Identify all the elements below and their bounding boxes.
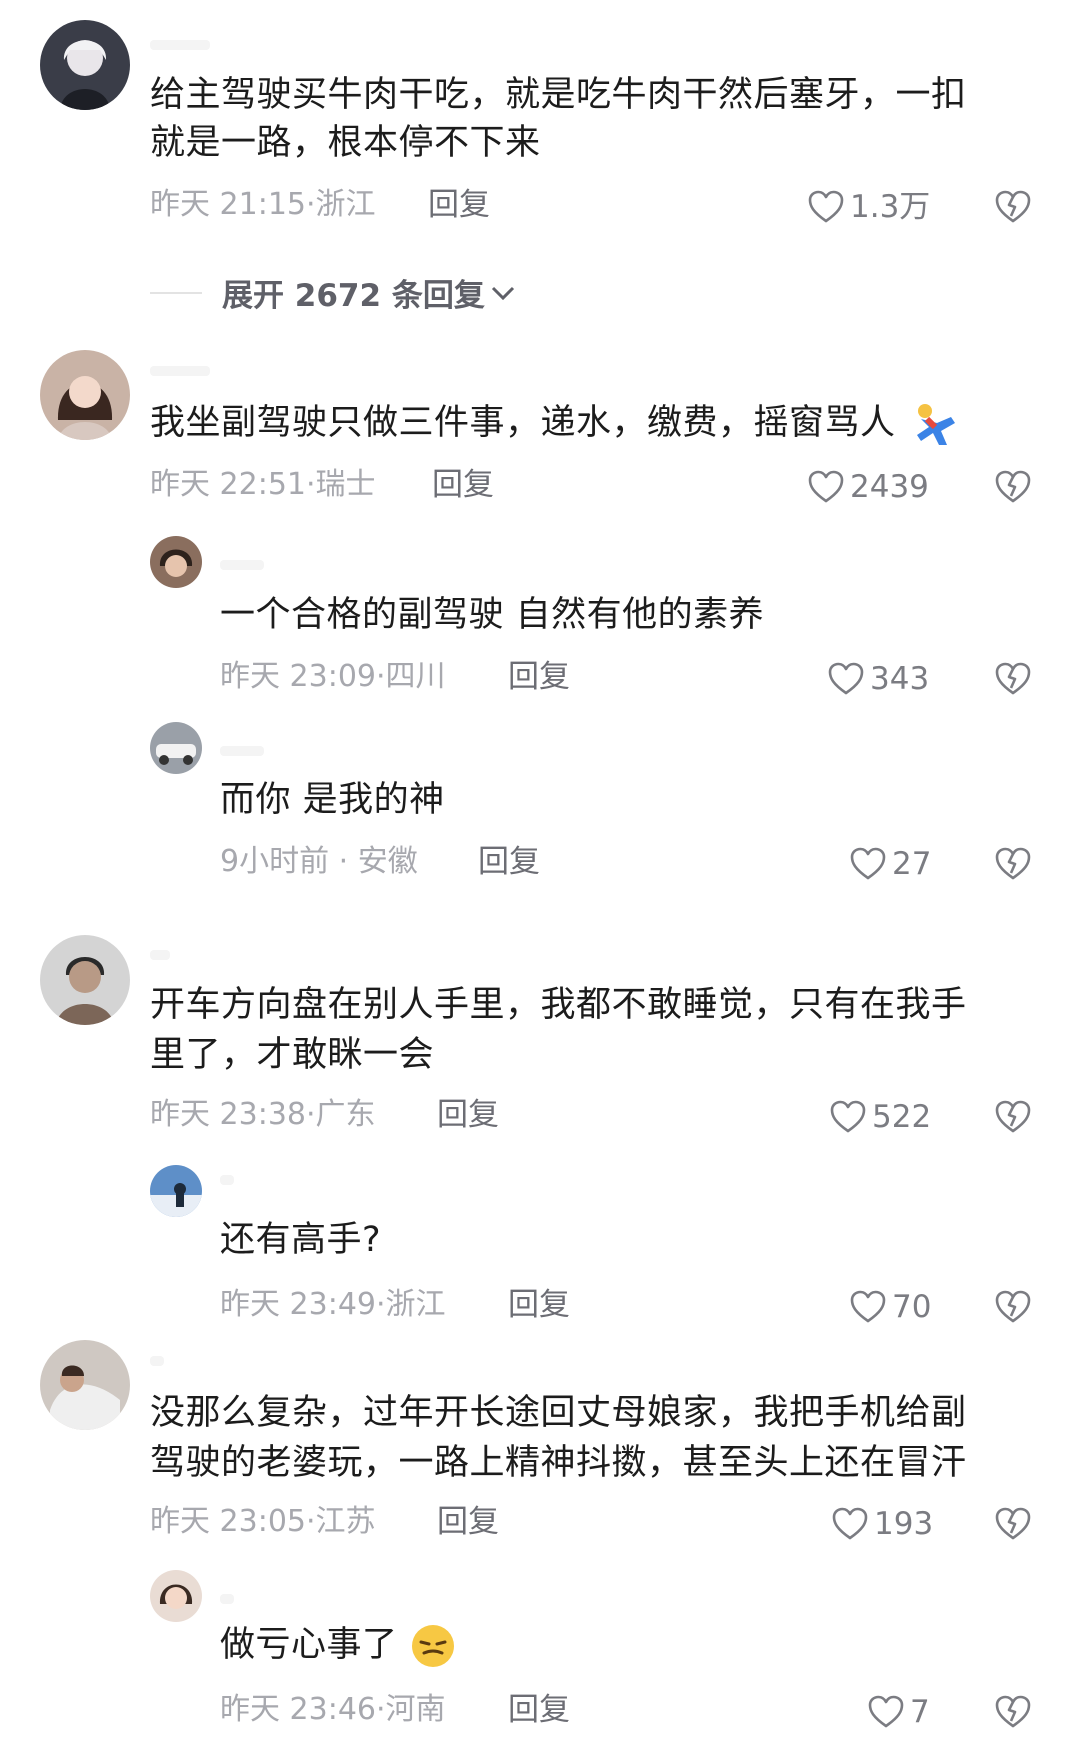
like-count: 1.3万	[850, 189, 931, 225]
like-count: 193	[874, 1506, 934, 1542]
username[interactable]	[150, 366, 210, 376]
broken-heart-icon[interactable]	[995, 1290, 1031, 1324]
heart-outline-icon	[808, 190, 844, 224]
expand-label: 展开 2672 条回复	[222, 278, 485, 314]
timestamp: 昨天 21:15	[150, 187, 306, 222]
comment-meta: 昨天 22:51·瑞士	[150, 467, 376, 502]
username[interactable]	[220, 1594, 234, 1604]
username[interactable]	[150, 950, 170, 960]
reply-text: 而你 是我的神	[220, 780, 445, 820]
avatar[interactable]	[40, 20, 130, 110]
location: 浙江	[385, 1287, 446, 1322]
heart-outline-icon	[830, 1100, 866, 1134]
reply-text: 还有高手?	[220, 1220, 382, 1260]
like-button[interactable]: 343	[828, 659, 929, 699]
timestamp: 9小时前	[220, 844, 330, 879]
timestamp: 昨天 23:05	[150, 1504, 306, 1539]
broken-heart-icon[interactable]	[995, 190, 1031, 224]
comment-meta: 昨天 23:05·江苏	[150, 1504, 376, 1539]
avatar[interactable]	[150, 1570, 202, 1622]
comment-meta: 昨天 21:15·浙江	[150, 187, 376, 222]
like-count: 522	[872, 1099, 932, 1135]
broken-heart-icon[interactable]	[995, 662, 1031, 696]
reply-button[interactable]: 回复	[478, 842, 540, 882]
running-emoji-icon	[917, 404, 956, 445]
avatar[interactable]	[40, 935, 130, 1025]
username[interactable]	[220, 1175, 234, 1185]
reply-text: 一个合格的副驾驶 自然有他的素养	[220, 595, 765, 635]
reply-button[interactable]: 回复	[508, 1690, 570, 1730]
broken-heart-icon[interactable]	[995, 1507, 1031, 1541]
like-count: 343	[870, 661, 930, 697]
broken-heart-icon[interactable]	[995, 470, 1031, 504]
location: 瑞士	[315, 467, 376, 502]
comment-text-line-1: 我坐副驾驶只做三件事，递水，缴费，摇窗骂人	[150, 398, 959, 448]
location: 安徽	[357, 844, 418, 879]
reply-button[interactable]: 回复	[508, 657, 570, 697]
broken-heart-icon[interactable]	[995, 847, 1031, 881]
smirk-face-emoji-icon	[412, 1625, 455, 1667]
timestamp: 昨天 23:38	[150, 1097, 306, 1132]
reply-button[interactable]: 回复	[508, 1285, 570, 1325]
expand-replies-button[interactable]: 展开 2672 条回复	[150, 270, 517, 315]
reply-button[interactable]: 回复	[437, 1095, 499, 1135]
comment-text-line-1: 开车方向盘在别人手里，我都不敢睡觉，只有在我手	[150, 985, 967, 1025]
comment-meta: 昨天 23:38·广东	[150, 1097, 376, 1132]
like-button[interactable]: 193	[832, 1504, 933, 1544]
location: 浙江	[315, 187, 376, 222]
username[interactable]	[150, 1356, 164, 1366]
like-count: 27	[892, 846, 932, 882]
like-button[interactable]: 70	[850, 1287, 931, 1327]
timestamp: 昨天 23:49	[220, 1287, 376, 1322]
like-button[interactable]: 522	[830, 1097, 931, 1137]
reply-button[interactable]: 回复	[428, 185, 490, 225]
location: 四川	[385, 659, 446, 694]
comment-text-line-2: 就是一路，根本停不下来	[150, 123, 541, 163]
avatar[interactable]	[150, 1165, 202, 1217]
reply-text: 做亏心事了	[220, 1620, 457, 1670]
reply-meta: 昨天 23:46·河南	[220, 1692, 446, 1727]
like-button[interactable]: 2439	[808, 467, 929, 507]
like-count: 7	[910, 1694, 930, 1730]
like-button[interactable]: 27	[850, 844, 931, 884]
username[interactable]	[220, 746, 264, 756]
reply-button[interactable]: 回复	[432, 465, 494, 505]
avatar[interactable]	[40, 350, 130, 440]
heart-outline-icon	[828, 662, 864, 696]
heart-outline-icon	[808, 470, 844, 504]
broken-heart-icon[interactable]	[995, 1695, 1031, 1729]
comment-text-line-2: 驾驶的老婆玩，一路上精神抖擞，甚至头上还在冒汗	[150, 1443, 967, 1483]
divider	[150, 291, 202, 294]
heart-outline-icon	[832, 1507, 868, 1541]
location: 河南	[385, 1692, 446, 1727]
comment-text-line-1: 没那么复杂，过年开长途回丈母娘家，我把手机给副	[150, 1393, 967, 1433]
heart-outline-icon	[850, 847, 886, 881]
avatar[interactable]	[150, 722, 202, 774]
reply-meta: 昨天 23:09·四川	[220, 659, 446, 694]
avatar[interactable]	[40, 1340, 130, 1430]
chevron-down-icon	[491, 286, 514, 300]
timestamp: 昨天 23:09	[220, 659, 376, 694]
comment-text-line-2: 里了，才敢眯一会	[150, 1035, 435, 1075]
like-button[interactable]: 7	[868, 1692, 930, 1732]
timestamp: 昨天 23:46	[220, 1692, 376, 1727]
username[interactable]	[220, 560, 264, 570]
like-count: 70	[892, 1289, 932, 1325]
like-button[interactable]: 1.3万	[808, 187, 930, 227]
location: 江苏	[315, 1504, 376, 1539]
timestamp: 昨天 22:51	[150, 467, 306, 502]
reply-meta: 9小时前 · 安徽	[220, 844, 418, 879]
like-count: 2439	[850, 469, 929, 505]
comment-text-line-1: 给主驾驶买牛肉干吃，就是吃牛肉干然后塞牙，一扣	[150, 75, 967, 115]
heart-outline-icon	[868, 1695, 904, 1729]
reply-button[interactable]: 回复	[437, 1502, 499, 1542]
location: 广东	[315, 1097, 376, 1132]
heart-outline-icon	[850, 1290, 886, 1324]
broken-heart-icon[interactable]	[995, 1100, 1031, 1134]
reply-meta: 昨天 23:49·浙江	[220, 1287, 446, 1322]
avatar[interactable]	[150, 536, 202, 588]
username[interactable]	[150, 40, 210, 50]
